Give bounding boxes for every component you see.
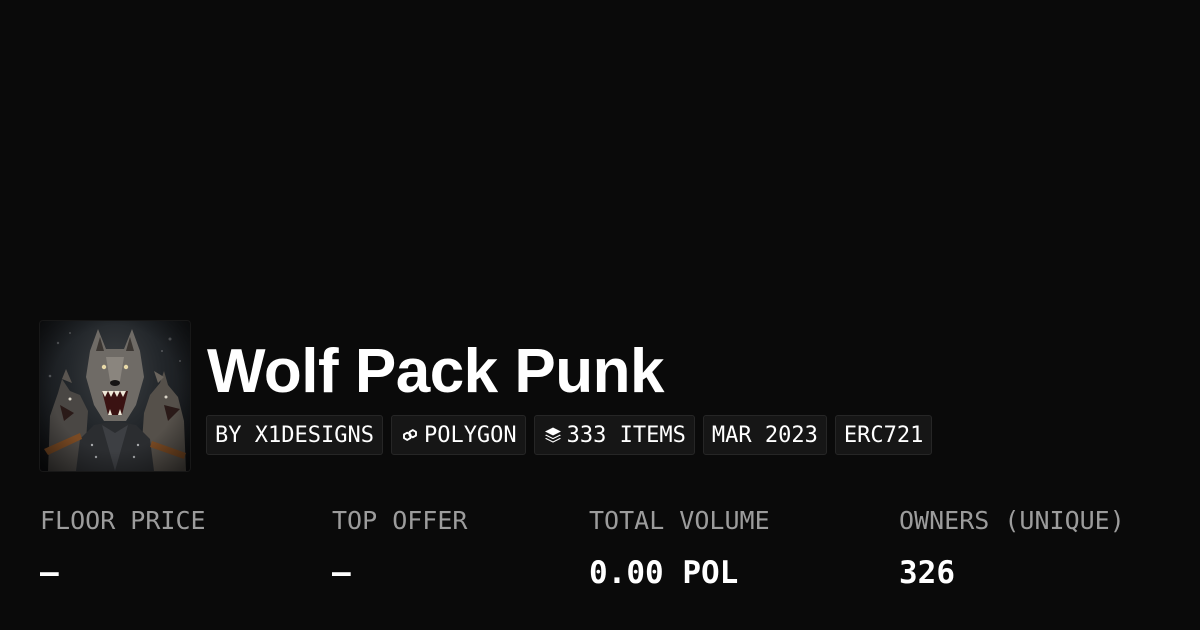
floor-price-value: – [40,555,59,591]
items-count-tag[interactable]: 333 ITEMS [533,415,695,455]
collection-title: Wolf Pack Punk [207,337,664,406]
total-volume-value: 0.00 POL [589,555,739,591]
floor-price-stat: FLOOR PRICE – [40,505,206,591]
creator-tag-label: BY X1DESIGNS [215,422,374,448]
top-offer-stat: TOP OFFER – [332,505,467,591]
creator-tag[interactable]: BY X1DESIGNS [206,415,383,455]
token-standard-tag: ERC721 [834,415,933,455]
created-date-label: MAR 2023 [711,422,818,448]
total-volume-label: TOTAL VOLUME [589,506,770,535]
floor-price-label: FLOOR PRICE [40,506,206,535]
chain-tag[interactable]: POLYGON [390,415,526,455]
owners-label: OWNERS (UNIQUE) [899,506,1125,535]
collection-tags: BY X1DESIGNS POLYGON 333 ITEMS MAR 2023 … [206,415,933,455]
wolf-pack-artwork [40,321,190,471]
chain-link-icon [400,425,420,445]
chain-tag-label: POLYGON [423,422,517,448]
collection-avatar [40,321,190,471]
top-offer-label: TOP OFFER [332,506,468,535]
owners-value: 326 [899,555,955,591]
token-standard-label: ERC721 [843,422,924,448]
total-volume-stat: TOTAL VOLUME 0.00 POL [589,505,770,591]
layers-icon [543,425,563,445]
top-offer-value: – [332,555,351,591]
created-date-tag: MAR 2023 [702,415,827,455]
owners-stat: OWNERS (UNIQUE) 326 [899,505,1125,591]
items-count-label: 333 ITEMS [566,422,686,448]
